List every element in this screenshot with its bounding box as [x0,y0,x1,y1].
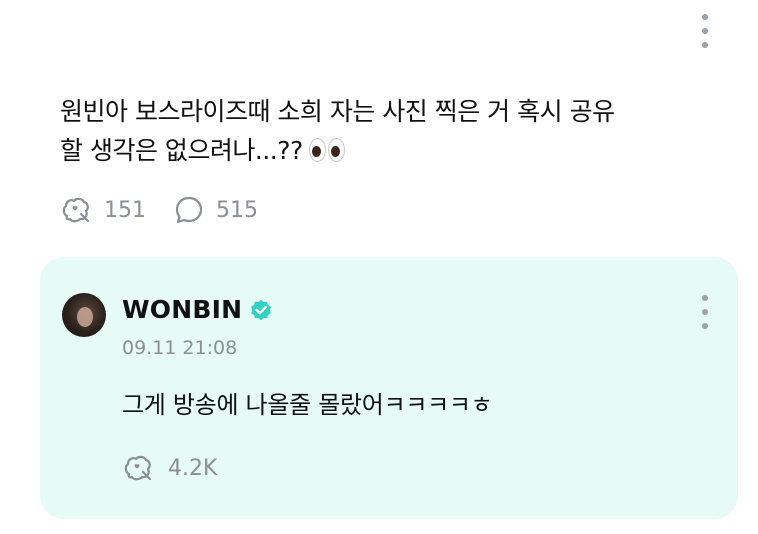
post-text-line-1: 원빈아 보스라이즈때 소희 자는 사진 찍은 거 혹시 공유 [60,97,615,126]
reply-timestamp: 09.11 21:08 [122,337,238,359]
more-dot-icon [702,323,708,329]
reply-like-button[interactable]: 4.2K [122,453,217,483]
bubble-heart-like-icon [124,455,152,481]
more-dot-icon [702,42,708,48]
more-dot-icon [702,28,708,34]
avatar[interactable] [62,293,106,337]
bubble-heart-like-icon [62,197,90,223]
eyes-icon [308,138,347,162]
reply-like-count: 4.2K [168,455,218,481]
reply-text: 그게 방송에 나올줄 몰랐어ㅋㅋㅋㅋㅎ [122,391,493,419]
post-like-count: 151 [104,197,146,223]
post-comment-button[interactable]: 515 [174,195,258,225]
more-dot-icon [702,14,708,20]
more-dot-icon [702,295,708,301]
post-comment-count: 515 [216,197,258,223]
artist-reply-card[interactable]: WONBIN 09.11 21:08 그게 방송에 나올줄 몰랐어ㅋㅋㅋㅋㅎ 4… [40,257,738,519]
post-text: 원빈아 보스라이즈때 소희 자는 사진 찍은 거 혹시 공유 할 생각은 없으려… [60,92,700,170]
post-stats: 151 515 [60,192,286,228]
more-dot-icon [702,309,708,315]
reply-author-name[interactable]: WONBIN [122,295,242,324]
post-like-button[interactable]: 151 [60,194,146,226]
post-more-options-button[interactable] [694,14,716,48]
reply-author-row: WONBIN [122,295,274,324]
reply-more-options-button[interactable] [694,295,716,329]
verified-badge-icon [251,299,272,320]
speech-bubble-icon [175,196,203,224]
post-text-line-2: 할 생각은 없으려나...?? [60,136,303,165]
